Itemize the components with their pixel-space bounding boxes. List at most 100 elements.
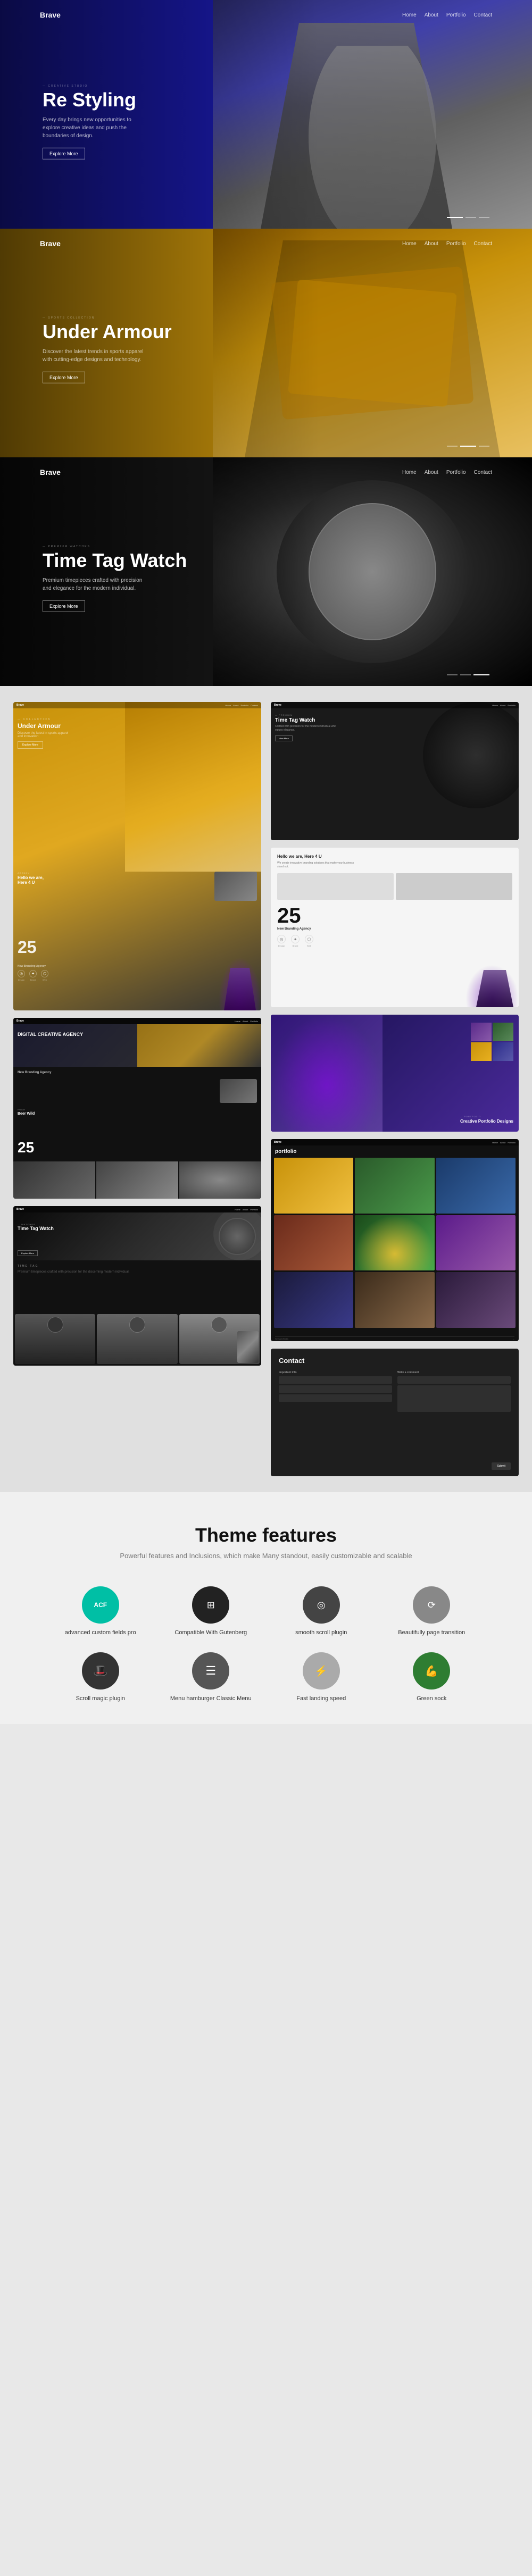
hero-nav-1: Brave Home About Portfolio Contact xyxy=(40,11,492,19)
hero-content-1: — Creative Studio Re Styling Every day b… xyxy=(43,85,149,160)
left-card-3-nav: Brave Home About Portfolio xyxy=(13,1206,261,1212)
rc4-footer-text: See All Works xyxy=(275,1337,288,1340)
nav-portfolio-3[interactable]: Portfolio xyxy=(446,470,466,475)
rc1-nav: Brave Home About Portfolio xyxy=(271,702,519,708)
nav-home-2[interactable]: Home xyxy=(402,241,417,247)
lc3-w3-face xyxy=(211,1317,227,1333)
hero-cta-3[interactable]: Explore More xyxy=(43,600,85,612)
transition-label: Beautifully page transition xyxy=(398,1629,465,1636)
lc2-bottom-imgs xyxy=(13,1161,261,1199)
nav-contact-1[interactable]: Contact xyxy=(474,12,492,18)
hero-title-3: Time Tag Watch xyxy=(43,550,187,571)
feature-transition: ⟳ Beautifully page transition xyxy=(385,1586,479,1636)
lc1-btn[interactable]: Explore More xyxy=(18,741,43,749)
features-grid: ACF advanced custom fields pro ⊞ Compati… xyxy=(53,1586,479,1703)
nav-home-3[interactable]: Home xyxy=(402,470,417,475)
rc4-p6 xyxy=(436,1215,516,1271)
dot-3 xyxy=(479,217,489,218)
rc5-col-2: Write a comment xyxy=(397,1371,511,1412)
feature-menu: ☰ Menu hamburger Classic Menu xyxy=(164,1652,259,1702)
rc5-contact-grid: Important Info Write a comment xyxy=(279,1371,511,1412)
nav-home-1[interactable]: Home xyxy=(402,12,417,18)
lc1-icon-1: ◎ Design xyxy=(18,970,25,981)
rc1-navlinks: Home About Portfolio xyxy=(492,704,516,707)
rc5-comment-1 xyxy=(397,1376,511,1384)
lc1-icon-label-1: Design xyxy=(18,978,24,981)
hero-content-2: — Sports Collection Under Armour Discove… xyxy=(43,316,172,383)
rc5-submit-btn[interactable]: Submit xyxy=(492,1462,511,1470)
rc4-p5-glow xyxy=(355,1215,434,1271)
lc3-btn[interactable]: Explore More xyxy=(18,1250,38,1256)
nav-about-1[interactable]: About xyxy=(425,12,438,18)
lc3-nav-2: About xyxy=(243,1208,248,1211)
lc1-device-img xyxy=(214,872,257,901)
dot-7 xyxy=(447,674,458,675)
lc2-nav-3: Portfolio xyxy=(250,1020,258,1023)
hero-cta-1[interactable]: Explore More xyxy=(43,147,85,159)
rc3-person-glow xyxy=(271,1015,383,1132)
nav-contact-3[interactable]: Contact xyxy=(474,470,492,475)
rc1-desc: Crafted with precision for the modern in… xyxy=(275,725,339,732)
hero-logo-1: Brave xyxy=(40,11,61,19)
rc3-label: — Portfolio xyxy=(460,1115,513,1118)
rc3-grid-3 xyxy=(471,1042,492,1061)
hero-nav-links-2: Home About Portfolio Contact xyxy=(402,241,492,247)
lc1-icon-label-2: Brand xyxy=(30,978,36,981)
rc3-person-area xyxy=(271,1015,383,1132)
lc1-nav-1: Home xyxy=(225,704,231,707)
slide-indicators-3 xyxy=(447,674,489,675)
landing-label: Fast landing speed xyxy=(296,1695,346,1702)
lc2-product-title: Beer Wild xyxy=(18,1112,35,1116)
nav-portfolio-1[interactable]: Portfolio xyxy=(446,12,466,18)
lc3-watch-1 xyxy=(15,1314,95,1364)
rc5-col1-label: Important Info xyxy=(279,1371,392,1374)
menu-icon-sym: ☰ xyxy=(205,1664,216,1678)
scroll-magic-icon: 🎩 xyxy=(82,1652,119,1690)
nav-about-2[interactable]: About xyxy=(425,241,438,247)
lc2-number: 25 xyxy=(18,1139,34,1156)
rc4-footer-arrow: → xyxy=(512,1337,514,1340)
nav-portfolio-2[interactable]: Portfolio xyxy=(446,241,466,247)
hero-cta-2[interactable]: Explore More xyxy=(43,371,85,383)
hero-label-1: — Creative Studio xyxy=(43,85,149,88)
rc1-nav-2: About xyxy=(500,704,505,707)
rc4-p2 xyxy=(355,1158,434,1214)
rc2-number: 25 xyxy=(277,905,512,926)
lc1-icon-circle-3: ⬡ xyxy=(41,970,48,977)
rc5-textarea xyxy=(397,1385,511,1412)
lc1-subtitle: Discover the latest in sports apparel an… xyxy=(18,732,71,738)
scroll-icon: ◎ xyxy=(303,1586,340,1624)
theme-features-section: Theme features Powerful features and Inc… xyxy=(0,1492,532,1724)
left-card-2-logo: Brave xyxy=(16,1019,24,1023)
lc2-branding-label: New Branding Agency xyxy=(18,1071,51,1074)
left-card-1-logo: Brave xyxy=(16,704,24,707)
nav-about-3[interactable]: About xyxy=(425,470,438,475)
lc2-device xyxy=(220,1079,257,1103)
lc1-icon-2: ✦ Brand xyxy=(29,970,37,981)
rc4-navlinks: Home About Portfolio xyxy=(492,1141,516,1144)
theme-features-title: Theme features xyxy=(21,1524,511,1546)
hero-logo-2: Brave xyxy=(40,239,61,248)
rc5-info-3 xyxy=(279,1394,392,1402)
nav-contact-2[interactable]: Contact xyxy=(474,241,492,247)
rc1-label: — Premium xyxy=(275,714,339,716)
hero-desc-1: Every day brings new opportunities to ex… xyxy=(43,115,149,139)
slide-indicators-2 xyxy=(447,446,489,447)
lc1-agency-label: New Branding Agency xyxy=(18,965,46,968)
rc2-content: Hello we are, Here 4 U We create innovat… xyxy=(271,848,519,954)
lc3-nav-3: Portfolio xyxy=(250,1208,258,1211)
lc2-hero-banner: DIGITAL CREATIVE AGENCY xyxy=(13,1024,261,1067)
rc1-btn[interactable]: View More xyxy=(275,735,293,741)
right-card-3: — Portfolio Creative Portfolio Designs xyxy=(271,1015,519,1132)
rc2-icon-label-2: Brand xyxy=(293,944,298,947)
left-card-3: Brave Home About Portfolio — Watches Tim… xyxy=(13,1206,261,1366)
menu-label: Menu hamburger Classic Menu xyxy=(170,1695,252,1702)
rc3-img-grid xyxy=(471,1023,513,1061)
rc1-nav-3: Portfolio xyxy=(508,704,516,707)
rc4-portfolio-grid xyxy=(274,1158,516,1328)
acf-icon: ACF xyxy=(82,1586,119,1624)
dot-6 xyxy=(479,446,489,447)
lc2-product-label: Product Beer Wild xyxy=(18,1108,35,1116)
left-card-2: Brave Home About Portfolio DIGITAL CREAT… xyxy=(13,1018,261,1199)
lc2-navlinks: Home About Portfolio xyxy=(235,1020,258,1023)
